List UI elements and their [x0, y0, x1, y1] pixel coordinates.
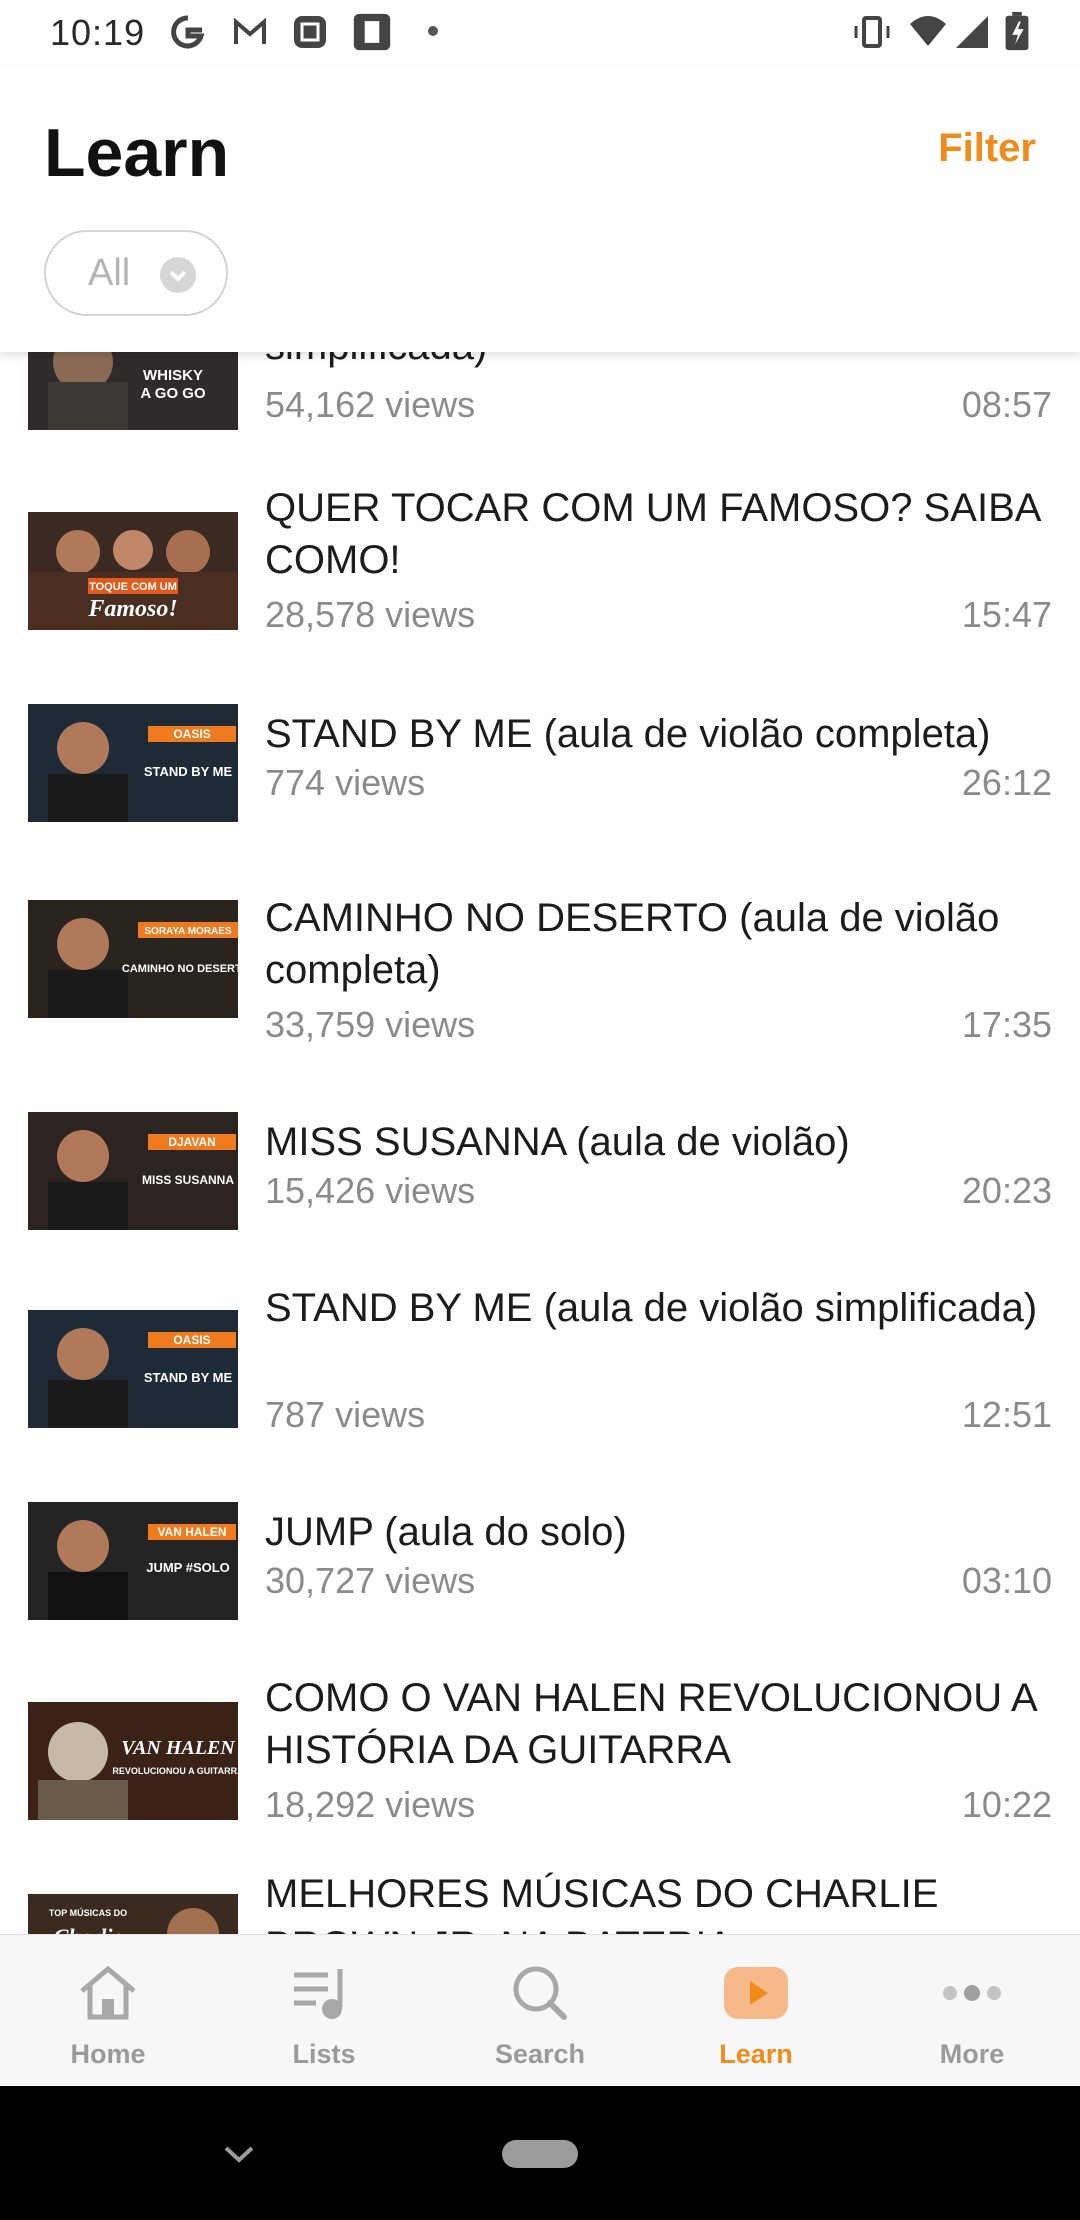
signal-icon	[956, 16, 988, 48]
video-duration: 08:57	[961, 384, 1052, 425]
video-title: MISS SUSANNA (aula de violão)	[265, 1120, 850, 1164]
search-icon	[513, 1966, 567, 2020]
thumb-text: REVOLUCIONOU A GUITARRA	[112, 1766, 238, 1776]
video-title: JUMP (aula do solo)	[265, 1510, 627, 1554]
home-pill-button[interactable]	[502, 2140, 578, 2168]
tab-lists[interactable]: Lists	[216, 1935, 432, 2087]
header: Learn Filter All	[0, 66, 1080, 352]
thumb-text: TOP MÚSICAS DO	[49, 1907, 127, 1918]
thumb-text: OASIS	[173, 727, 210, 741]
list-item[interactable]: TOP MÚSICAS DO Charlie MELHORES MÚSICAS …	[0, 1868, 1080, 1934]
video-title: simplificada)	[265, 352, 1052, 372]
app-notification-icon	[353, 13, 391, 51]
video-views: 30,727 views	[265, 1560, 476, 1601]
thumb-text: OASIS	[173, 1333, 210, 1347]
thumb-text: CAMINHO NO DESERTO	[122, 963, 238, 975]
tab-more[interactable]: More	[864, 1935, 1080, 2087]
video-duration: 12:51	[961, 1394, 1052, 1435]
video-title: CAMINHO NO DESERTO (aula de violão compl…	[265, 896, 1000, 992]
tab-search[interactable]: Search	[432, 1935, 648, 2087]
category-dropdown[interactable]: All	[44, 230, 228, 316]
tab-label: Learn	[719, 2039, 793, 2069]
list-item[interactable]: VAN HALEN REVOLUCIONOU A GUITARRA COMO O…	[0, 1672, 1080, 1872]
thumb-text: SORAYA MORAES	[144, 926, 232, 937]
video-duration: 26:12	[961, 762, 1052, 803]
thumb-text: JUMP #SOLO	[146, 1560, 230, 1575]
list-item[interactable]: OASIS STAND BY ME STAND BY ME (aula de v…	[0, 1282, 1080, 1482]
list-item[interactable]: VAN HALEN JUMP #SOLO JUMP (aula do solo)…	[0, 1502, 1080, 1672]
battery-icon	[1005, 12, 1029, 51]
video-thumbnail: SORAYA MORAES CAMINHO NO DESERTO	[28, 900, 238, 1018]
list-item[interactable]: SORAYA MORAES CAMINHO NO DESERTO CAMINHO…	[0, 892, 1080, 1092]
video-thumbnail: TOP MÚSICAS DO Charlie	[28, 1894, 238, 1934]
thumb-text: TOQUE COM UM	[89, 581, 177, 593]
chevron-down-icon	[160, 257, 196, 293]
google-icon	[171, 15, 205, 49]
list-item[interactable]: OASIS STAND BY ME STAND BY ME (aula de v…	[0, 704, 1080, 874]
thumb-text: A GO GO	[140, 385, 206, 402]
video-views: 33,759 views	[265, 1004, 476, 1045]
gmail-icon	[234, 17, 266, 44]
photo-icon	[294, 16, 326, 48]
video-duration: 15:47	[961, 594, 1052, 635]
home-icon	[80, 1965, 136, 2020]
thumb-text: STAND BY ME	[144, 764, 233, 779]
category-dropdown-label: All	[88, 252, 131, 294]
thumb-text: VAN HALEN	[157, 1525, 226, 1539]
video-duration: 10:22	[961, 1784, 1052, 1825]
tab-learn[interactable]: Learn	[648, 1935, 864, 2087]
more-notifications-dot	[428, 26, 438, 36]
thumb-text: Famoso!	[87, 596, 177, 622]
video-title: STAND BY ME (aula de violão completa)	[265, 712, 991, 756]
video-views: 18,292 views	[265, 1784, 476, 1825]
list-item[interactable]: TOQUE COM UM Famoso! QUER TOCAR COM UM F…	[0, 482, 1080, 677]
video-thumbnail: VAN HALEN JUMP #SOLO	[28, 1502, 238, 1620]
video-thumbnail: WHISKY A GO GO	[28, 352, 238, 430]
thumb-text: DJAVAN	[168, 1135, 216, 1149]
video-title: QUER TOCAR COM UM FAMOSO? SAIBA COMO!	[265, 486, 1040, 582]
status-time: 10:19	[50, 12, 146, 53]
thumb-text: Charlie	[54, 1924, 123, 1934]
list-item[interactable]: DJAVAN MISS SUSANNA MISS SUSANNA (aula d…	[0, 1112, 1080, 1282]
video-views: 28,578 views	[265, 594, 476, 635]
tab-label: Lists	[292, 2039, 356, 2069]
video-thumbnail: OASIS STAND BY ME	[28, 1310, 238, 1428]
thumb-text: STAND BY ME	[144, 1370, 233, 1385]
video-thumbnail: TOQUE COM UM Famoso!	[28, 512, 238, 630]
video-views: 787 views	[265, 1394, 426, 1435]
video-views: 54,162 views	[265, 384, 476, 425]
vibrate-icon	[854, 16, 890, 48]
video-list: WHISKY A GO GO simplificada) 54,162 view…	[0, 352, 1080, 1934]
tab-label: Search	[494, 2039, 586, 2069]
thumb-text: MISS SUSANNA	[142, 1173, 234, 1187]
video-views: 774 views	[265, 762, 426, 803]
status-bar: 10:19	[0, 0, 1080, 66]
chevron-down-icon[interactable]	[222, 2142, 256, 2166]
filter-button[interactable]: Filter	[938, 126, 1036, 171]
bottom-navigation: Home Lists Search Learn More	[0, 1934, 1080, 2087]
more-icon	[943, 1985, 1001, 2001]
video-duration: 17:35	[961, 1004, 1052, 1045]
wifi-icon	[910, 16, 946, 46]
page-title: Learn	[44, 115, 230, 191]
video-title: STAND BY ME (aula de violão simplificada…	[265, 1286, 1038, 1330]
list-item[interactable]: WHISKY A GO GO simplificada) 54,162 view…	[0, 352, 1080, 482]
video-duration: 03:10	[961, 1560, 1052, 1601]
tab-home[interactable]: Home	[0, 1935, 216, 2087]
video-thumbnail: OASIS STAND BY ME	[28, 704, 238, 822]
video-duration: 20:23	[961, 1170, 1052, 1211]
thumb-text: VAN HALEN	[121, 1737, 236, 1759]
tab-label: Home	[70, 2039, 146, 2069]
video-thumbnail: VAN HALEN REVOLUCIONOU A GUITARRA	[28, 1702, 238, 1820]
system-navigation-bar	[0, 2086, 1080, 2220]
tab-label: More	[939, 2039, 1005, 2069]
play-icon	[724, 1967, 788, 2019]
playlist-icon	[294, 1969, 343, 2019]
video-title: MELHORES MÚSICAS DO CHARLIE BROWN JR. NA…	[265, 1872, 939, 1934]
video-thumbnail: DJAVAN MISS SUSANNA	[28, 1112, 238, 1230]
video-views: 15,426 views	[265, 1170, 476, 1211]
video-title: COMO O VAN HALEN REVOLUCIONOU A HISTÓRIA…	[265, 1676, 1036, 1772]
thumb-text: WHISKY	[143, 367, 203, 384]
